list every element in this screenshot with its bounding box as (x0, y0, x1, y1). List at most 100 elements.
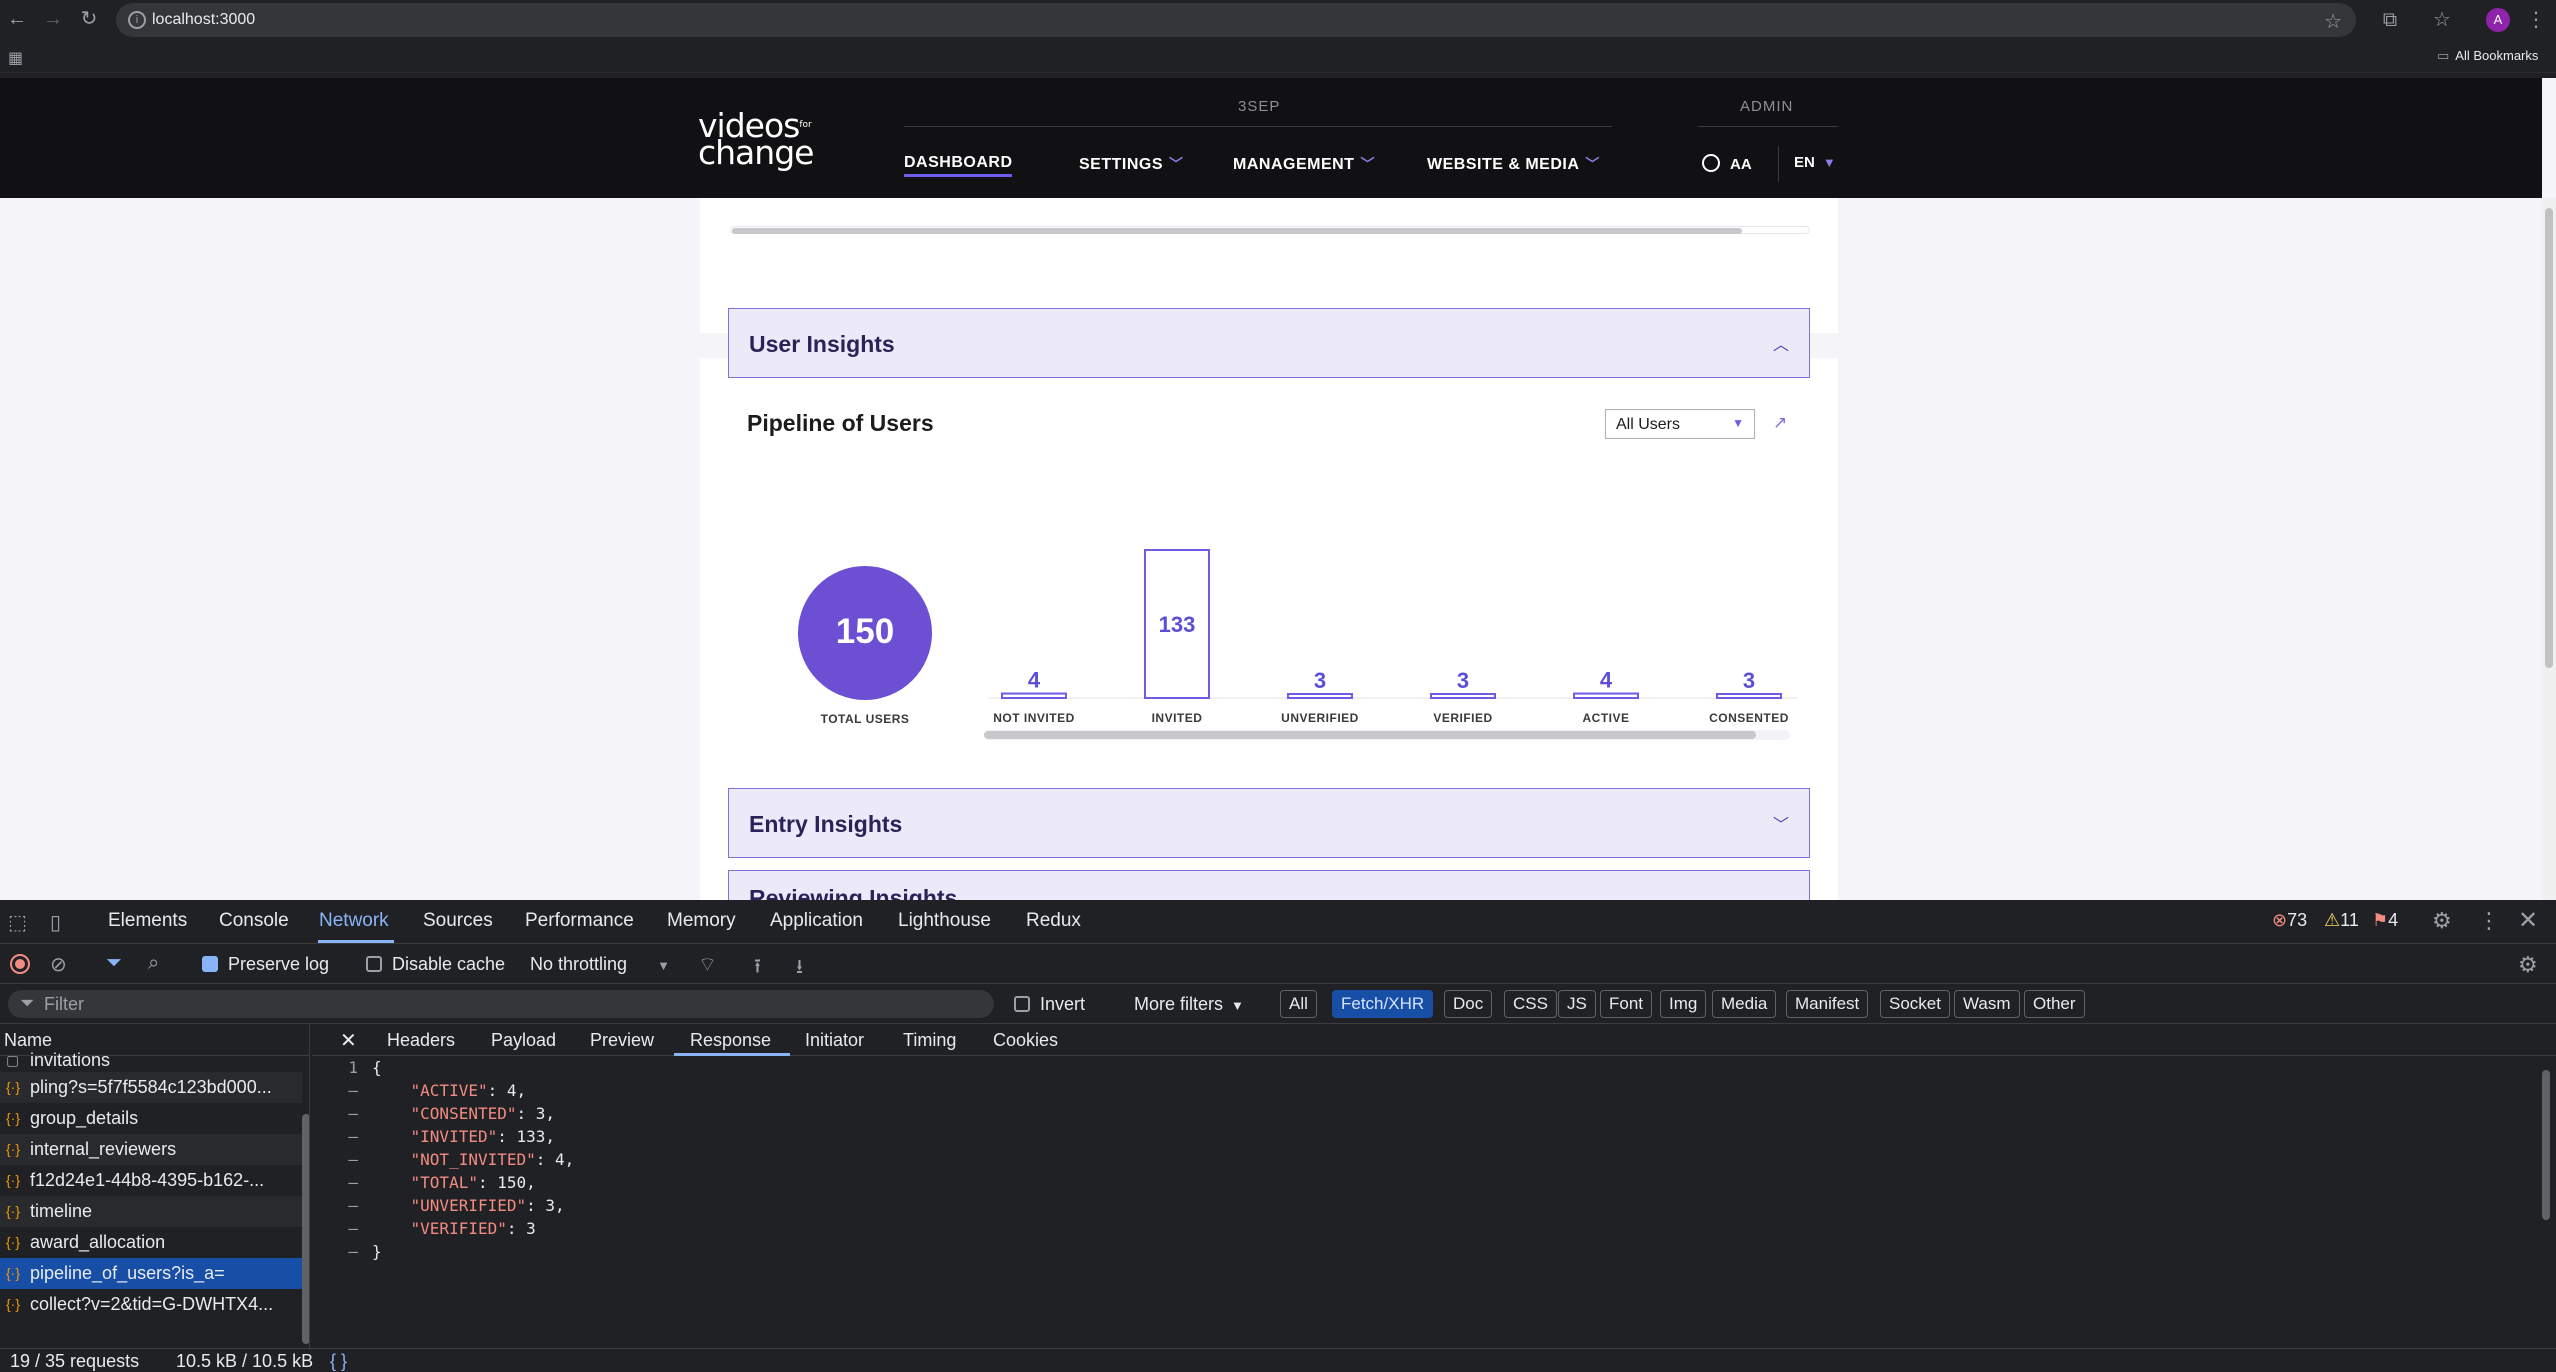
type-filter-font[interactable]: Font (1600, 990, 1653, 1018)
throttling-select[interactable]: No throttling ▼ (530, 954, 670, 975)
tab-memory[interactable]: Memory (667, 910, 736, 932)
nav-settings[interactable]: SETTINGS ﹀ (1079, 154, 1184, 174)
filter-input[interactable]: ⏷ Filter (8, 990, 994, 1018)
request-name: timeline (30, 1201, 93, 1221)
bookmarks-icon[interactable]: ☆ (2430, 8, 2454, 32)
tab-network[interactable]: Network (319, 910, 389, 932)
device-toolbar-icon[interactable]: ▯ (50, 910, 61, 935)
close-devtools-icon[interactable]: ✕ (2518, 906, 2538, 935)
inspect-element-icon[interactable]: ⬚ (8, 910, 27, 935)
record-icon[interactable] (10, 954, 30, 974)
nav-management[interactable]: MANAGEMENT ﹀ (1233, 154, 1375, 174)
site-info-icon[interactable]: i (128, 11, 146, 29)
request-row[interactable]: {·} collect?v=2&tid=G-DWHTX4... (0, 1289, 302, 1320)
tab-cookies[interactable]: Cookies (993, 1030, 1058, 1051)
error-count[interactable]: ⊗73 (2272, 910, 2307, 931)
tab-timing[interactable]: Timing (903, 1030, 956, 1051)
network-conditions-icon[interactable]: ⌔ (698, 952, 717, 977)
all-bookmarks-link[interactable]: ▭ All Bookmarks (2437, 48, 2538, 64)
issues-count-label: 4 (2388, 910, 2399, 930)
type-filter-other[interactable]: Other (2024, 990, 2085, 1018)
tab-console[interactable]: Console (219, 910, 289, 932)
issues-count[interactable]: ⚑4 (2372, 910, 2398, 931)
page-scrollbar-thumb[interactable] (2545, 208, 2553, 668)
request-row[interactable]: {·} group_details (0, 1103, 302, 1134)
bar-active[interactable] (1573, 692, 1639, 699)
profile-avatar[interactable]: A (2486, 8, 2510, 32)
type-filter-all[interactable]: All (1280, 990, 1317, 1018)
entry-insights-header[interactable]: Entry Insights ﹀ (728, 788, 1810, 858)
type-filter-socket[interactable]: Socket (1880, 990, 1950, 1018)
nav-website-media[interactable]: WEBSITE & MEDIA ﹀ (1427, 154, 1600, 174)
tab-preview[interactable]: Preview (590, 1030, 654, 1051)
bar-category-label: VERIFIED (1433, 711, 1492, 725)
close-detail-icon[interactable]: ✕ (340, 1028, 357, 1053)
type-filter-media[interactable]: Media (1712, 990, 1777, 1018)
extensions-icon[interactable]: ⧉ (2378, 8, 2402, 32)
browser-menu-icon[interactable]: ⋮ (2524, 8, 2548, 32)
type-filter-js[interactable]: JS (1558, 990, 1596, 1018)
type-filter-img[interactable]: Img (1660, 990, 1707, 1018)
disable-cache-checkbox[interactable]: Disable cache (366, 954, 505, 975)
scrollbar-thumb[interactable] (732, 228, 1742, 234)
network-settings-icon[interactable]: ⚙ (2518, 952, 2538, 978)
bookmark-star-icon[interactable]: ☆ (2324, 9, 2342, 34)
search-icon[interactable]: ⌕ (148, 952, 159, 975)
nav-dashboard[interactable]: DASHBOARD (904, 154, 1013, 172)
type-filter-doc[interactable]: Doc (1444, 990, 1493, 1018)
filter-funnel-icon[interactable]: ⏷ (106, 952, 122, 975)
bar-verified[interactable] (1430, 693, 1496, 699)
user-insights-header[interactable]: User Insights ︿ (728, 308, 1810, 378)
request-row[interactable]: {·} pling?s=5f7f5584c123bd000... (0, 1072, 302, 1103)
address-bar[interactable]: i localhost:3000 ☆ (116, 3, 2356, 37)
type-filter-wasm[interactable]: Wasm (1954, 990, 2020, 1018)
tab-lighthouse[interactable]: Lighthouse (898, 910, 991, 932)
preserve-log-checkbox[interactable]: Preserve log (202, 954, 329, 975)
page-scrollbar[interactable] (2542, 198, 2556, 900)
back-icon[interactable]: ← (6, 8, 28, 30)
more-filters-dropdown[interactable]: More filters ▼ (1134, 994, 1244, 1015)
tab-initiator[interactable]: Initiator (805, 1030, 864, 1051)
request-row[interactable]: {·} timeline (0, 1196, 302, 1227)
export-har-icon[interactable]: ⭳ (796, 952, 803, 986)
reviewing-insights-header[interactable]: Reviewing Insights (728, 870, 1810, 900)
apps-grid-icon[interactable]: ▦ (8, 48, 23, 68)
import-har-icon[interactable]: ⭱ (754, 952, 761, 986)
warning-count[interactable]: ⚠11 (2324, 910, 2359, 931)
bar-unverified[interactable] (1287, 693, 1353, 699)
user-menu[interactable]: AA (1702, 154, 1752, 173)
tab-elements[interactable]: Elements (108, 910, 187, 932)
bar-consented[interactable] (1716, 693, 1782, 699)
devtools-settings-icon[interactable]: ⚙ (2432, 908, 2452, 934)
code-text: { (372, 1058, 382, 1077)
clear-icon[interactable]: ⊘ (50, 952, 67, 977)
type-filter-css[interactable]: CSS (1504, 990, 1557, 1018)
language-selector[interactable]: EN ▼ (1794, 154, 1836, 171)
response-scrollbar[interactable] (2542, 1070, 2550, 1220)
request-list-scrollbar[interactable] (302, 1114, 309, 1344)
bar-not-invited[interactable] (1001, 692, 1067, 699)
tab-redux[interactable]: Redux (1026, 910, 1081, 932)
type-filter-fetch-xhr[interactable]: Fetch/XHR (1332, 990, 1434, 1018)
devtools-menu-icon[interactable]: ⋮ (2478, 908, 2500, 934)
request-row[interactable]: {·} f12d24e1-44b8-4395-b162-... (0, 1165, 302, 1196)
type-filter-manifest[interactable]: Manifest (1786, 990, 1869, 1018)
json-braces-icon[interactable]: { } (330, 1349, 347, 1372)
request-row[interactable]: {·} award_allocation (0, 1227, 302, 1258)
reload-icon[interactable]: ↻ (78, 8, 100, 30)
site-logo[interactable]: videosfor change (698, 109, 814, 169)
tab-payload[interactable]: Payload (491, 1030, 556, 1051)
tab-headers[interactable]: Headers (387, 1030, 455, 1051)
invert-checkbox[interactable]: Invert (1014, 994, 1085, 1015)
nav-website-media-label: WEBSITE & MEDIA (1427, 156, 1580, 173)
request-row[interactable]: {·} internal_reviewers (0, 1134, 302, 1165)
request-row-selected[interactable]: {·} pipeline_of_users?is_a= (0, 1258, 302, 1289)
tab-sources[interactable]: Sources (423, 910, 493, 932)
tab-response[interactable]: Response (690, 1030, 771, 1051)
chart-scrollbar-thumb[interactable] (984, 731, 1756, 739)
response-body[interactable]: 1{ – "ACTIVE": 4, – "CONSENTED": 3, – "I… (312, 1058, 2556, 1346)
forward-icon[interactable]: → (42, 8, 64, 30)
request-row[interactable]: ▢ invitations (0, 1050, 302, 1070)
tab-application[interactable]: Application (770, 910, 863, 932)
tab-performance[interactable]: Performance (525, 910, 634, 932)
